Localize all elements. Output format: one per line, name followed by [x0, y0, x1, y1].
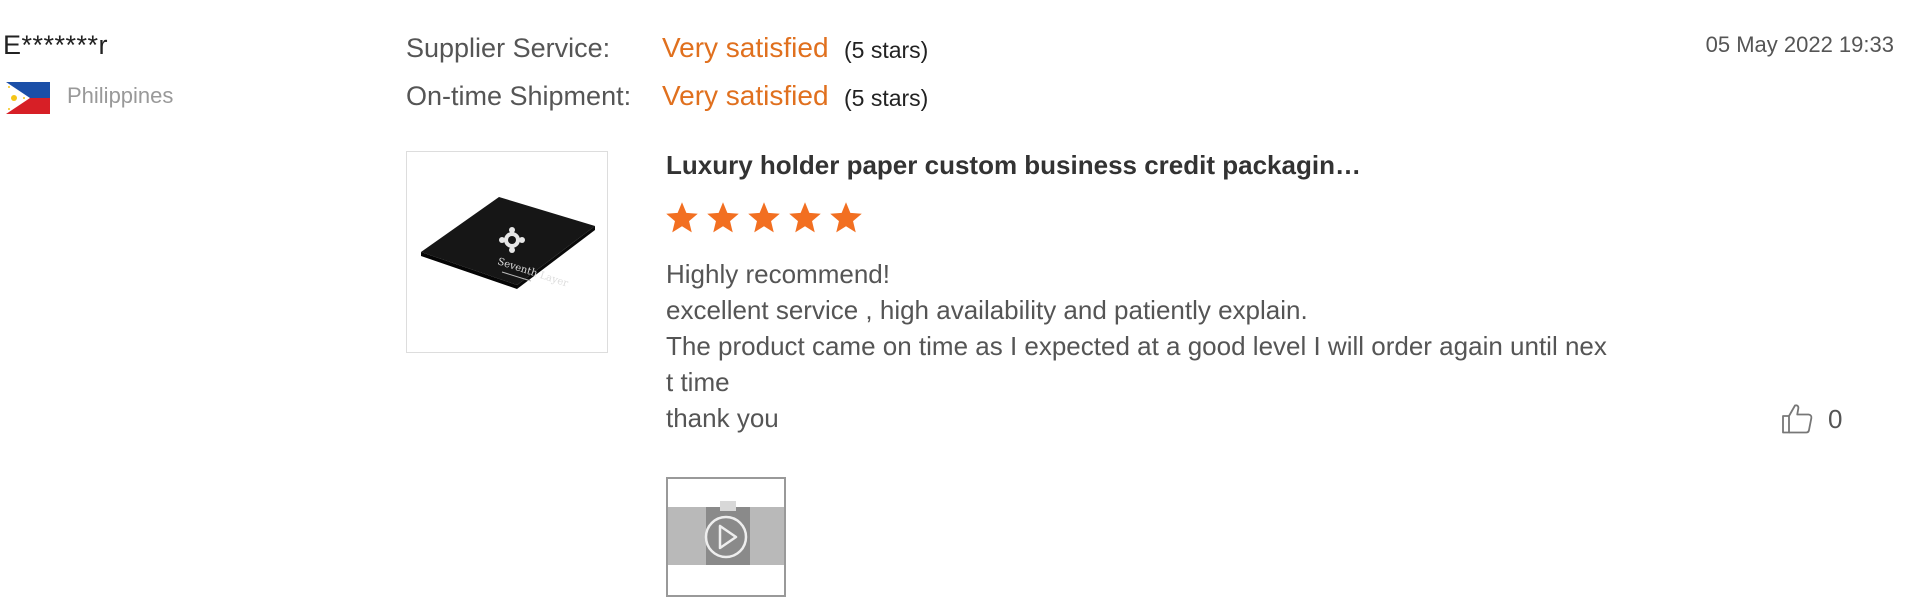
video-preview [668, 479, 784, 595]
review-line: The product came on time as I expected a… [666, 331, 1607, 361]
star-icon [789, 202, 821, 233]
supplier-service-value: Very satisfied [662, 32, 829, 63]
reviewer-name: E*******r [3, 30, 109, 60]
product-title-link[interactable]: Luxury holder paper custom business cred… [666, 150, 1361, 181]
reviewer-country: Philippines [67, 83, 174, 108]
on-time-shipment-label: On-time Shipment: [406, 81, 632, 111]
star-icon [830, 202, 862, 233]
review-date: 05 May 2022 19:33 [1705, 32, 1894, 57]
review-video-thumbnail[interactable] [666, 477, 786, 597]
on-time-shipment-stars-text: (5 stars) [844, 85, 929, 111]
review-line: t time [666, 367, 730, 397]
star-icon [748, 202, 780, 233]
like-count: 0 [1828, 403, 1843, 434]
thumbs-up-icon [1782, 404, 1813, 434]
philippines-flag-icon [6, 82, 50, 114]
on-time-shipment-value: Very satisfied [662, 80, 829, 111]
review-line: Highly recommend! [666, 259, 890, 289]
star-icon [707, 202, 739, 233]
supplier-service-label: Supplier Service: [406, 33, 611, 63]
product-image[interactable]: Seventh Layer [406, 151, 608, 353]
review-line: excellent service , high availability an… [666, 295, 1308, 325]
review-line: thank you [666, 403, 779, 433]
star-icon [666, 202, 698, 233]
supplier-service-stars-text: (5 stars) [844, 37, 929, 63]
review-text: Highly recommend! excellent service , hi… [666, 256, 1676, 436]
like-button[interactable]: 0 [1780, 401, 1842, 437]
star-rating [664, 200, 864, 236]
product-image-icon: Seventh Layer [407, 152, 607, 352]
